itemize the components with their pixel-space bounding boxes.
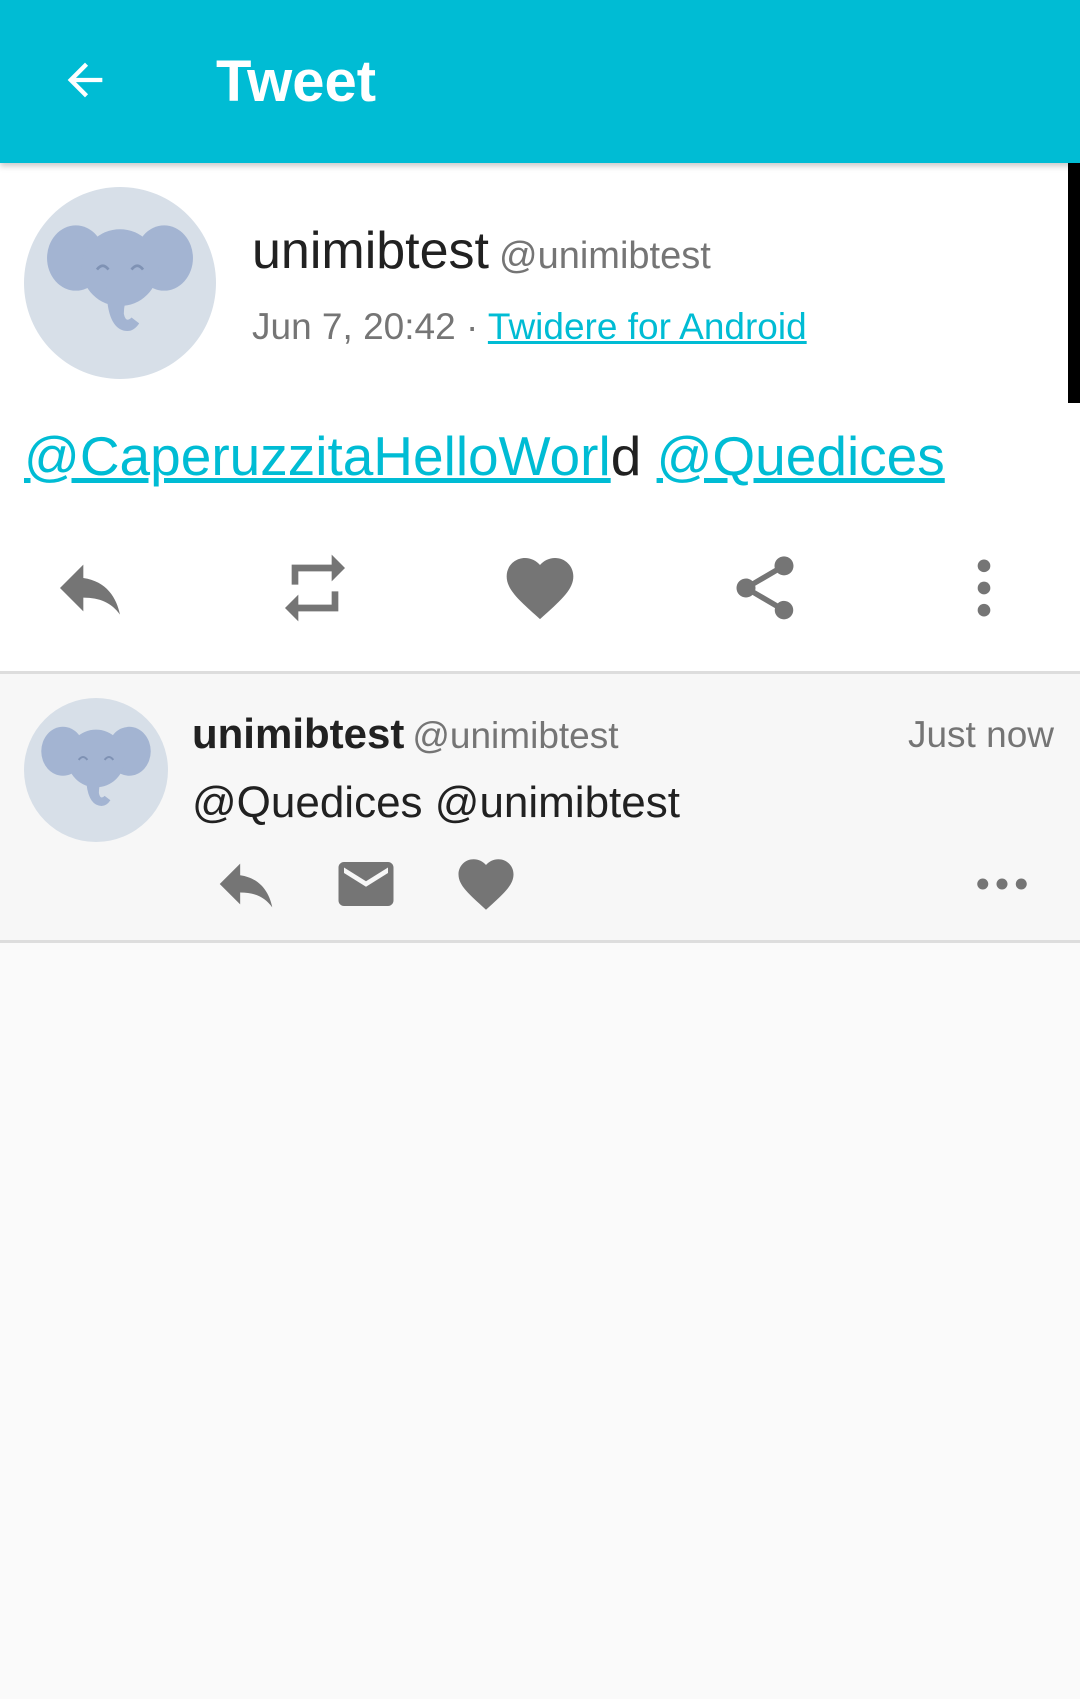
tweet-text: @CaperuzzitaHelloWorld @Quedices: [24, 418, 945, 494]
reply-text: @Quedices @unimibtest: [192, 778, 680, 827]
back-button[interactable]: [50, 45, 120, 115]
divider: [0, 940, 1080, 943]
elephant-avatar-icon: [47, 225, 193, 331]
reply-list-item[interactable]: unimibtest @unimibtest Just now @Quedices…: [0, 674, 1080, 940]
scrollbar[interactable]: [1068, 163, 1080, 403]
reply-actions: [0, 844, 1080, 924]
page-title: Tweet: [216, 49, 377, 114]
more-options-button[interactable]: [962, 844, 1042, 924]
retweet-icon: [285, 554, 345, 622]
share-icon: [736, 556, 794, 620]
mention-link[interactable]: @CaperuzzitaHelloWorl: [24, 425, 611, 487]
message-button[interactable]: [326, 844, 406, 924]
reply-icon: [60, 564, 120, 615]
heart-icon: [506, 558, 574, 620]
reply-display-name[interactable]: unimibtest: [192, 710, 404, 757]
retweet-button[interactable]: [265, 538, 365, 638]
tweet-meta: Jun 7, 20:42 · Twidere for Android: [252, 303, 807, 351]
more-horizontal-icon: [977, 878, 1027, 890]
heart-icon: [458, 859, 514, 910]
like-button[interactable]: [490, 538, 590, 638]
tweet-text-plain: d: [610, 425, 642, 487]
reply-time: Just now: [907, 714, 1054, 755]
source-link[interactable]: Twidere for Android: [488, 306, 807, 347]
meta-separator: ·: [455, 306, 488, 347]
author-display-name[interactable]: unimibtest: [252, 222, 489, 280]
reply-button[interactable]: [40, 538, 140, 638]
reply-handle[interactable]: @unimibtest: [412, 715, 618, 756]
more-vertical-icon: [977, 559, 991, 617]
elephant-avatar-icon: [41, 726, 151, 806]
tweet-time: Jun 7, 20:42: [252, 306, 456, 347]
share-button[interactable]: [715, 538, 815, 638]
reply-author-line: unimibtest @unimibtest: [192, 706, 619, 772]
avatar[interactable]: [24, 698, 168, 842]
reply-button[interactable]: [206, 844, 286, 924]
reply-icon: [219, 863, 273, 908]
app-bar: Tweet: [0, 0, 1080, 163]
tweet-text-space: [641, 425, 656, 487]
more-options-button[interactable]: [934, 538, 1034, 638]
mention-link[interactable]: @Quedices: [657, 425, 945, 487]
author-line: unimibtest @unimibtest: [252, 219, 711, 296]
arrow-left-icon: [67, 62, 103, 98]
avatar[interactable]: [24, 187, 216, 379]
like-button[interactable]: [446, 844, 526, 924]
tweet-actions: [0, 538, 1080, 638]
author-handle[interactable]: @unimibtest: [499, 235, 711, 277]
mail-icon: [338, 862, 394, 906]
main-tweet-card: unimibtest @unimibtest Jun 7, 20:42 · Twi…: [0, 163, 1080, 671]
